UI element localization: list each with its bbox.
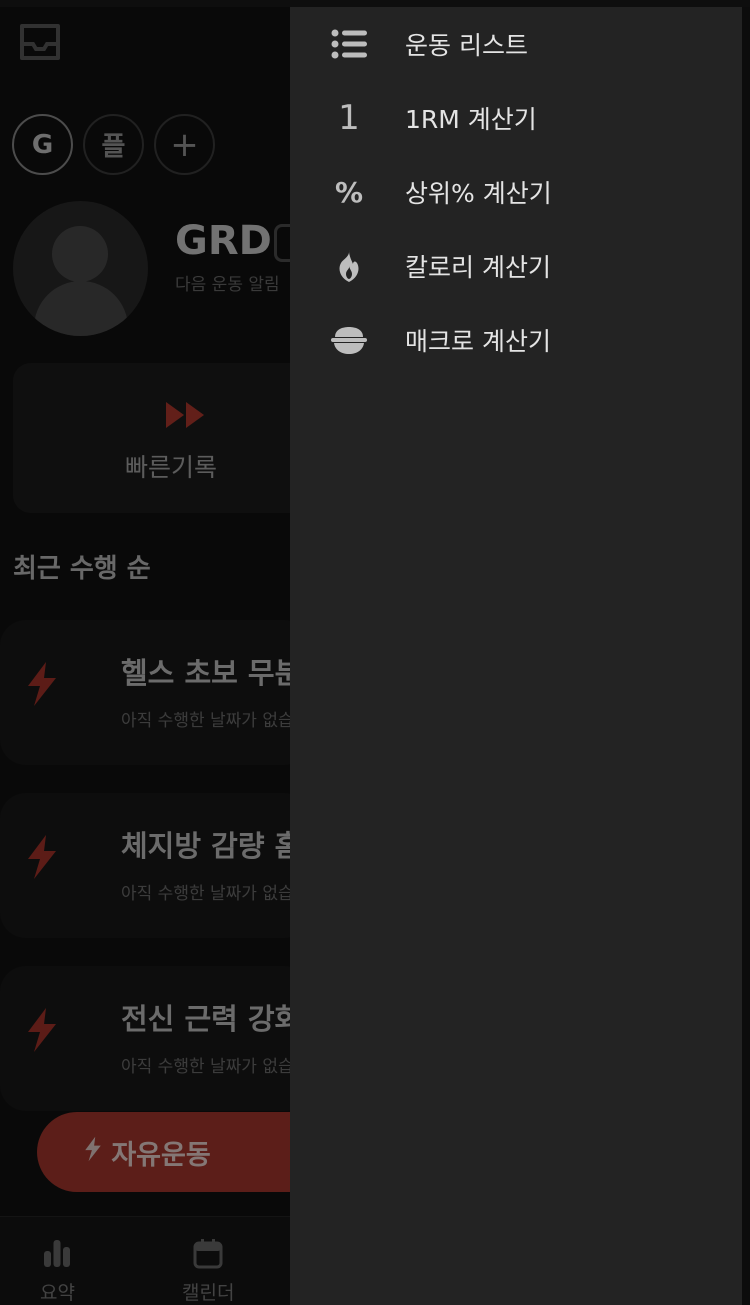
menu-item-calorie-calculator[interactable]: 칼로리 계산기 xyxy=(290,229,742,303)
percent-icon: % xyxy=(334,175,364,209)
side-drawer: 운동 리스트 1 1RM 계산기 % 상위% 계산기 칼로리 계산기 매크로 계… xyxy=(290,7,742,1305)
menu-item-label: 운동 리스트 xyxy=(405,31,528,60)
list-icon xyxy=(330,25,368,63)
drawer-edge xyxy=(742,7,750,1305)
menu-item-1rm-calculator[interactable]: 1 1RM 계산기 xyxy=(290,81,742,155)
menu-item-label: 상위% 계산기 xyxy=(405,179,552,208)
menu-item-percentile-calculator[interactable]: % 상위% 계산기 xyxy=(290,155,742,229)
menu-item-macro-calculator[interactable]: 매크로 계산기 xyxy=(290,303,742,377)
rice-bowl-icon xyxy=(330,321,368,359)
one-icon: 1 xyxy=(338,98,360,138)
menu-item-exercise-list[interactable]: 운동 리스트 xyxy=(290,7,742,81)
fire-icon xyxy=(330,247,368,285)
menu-item-label: 1RM 계산기 xyxy=(405,105,537,134)
menu-item-label: 매크로 계산기 xyxy=(405,327,551,356)
menu-item-label: 칼로리 계산기 xyxy=(405,253,551,282)
